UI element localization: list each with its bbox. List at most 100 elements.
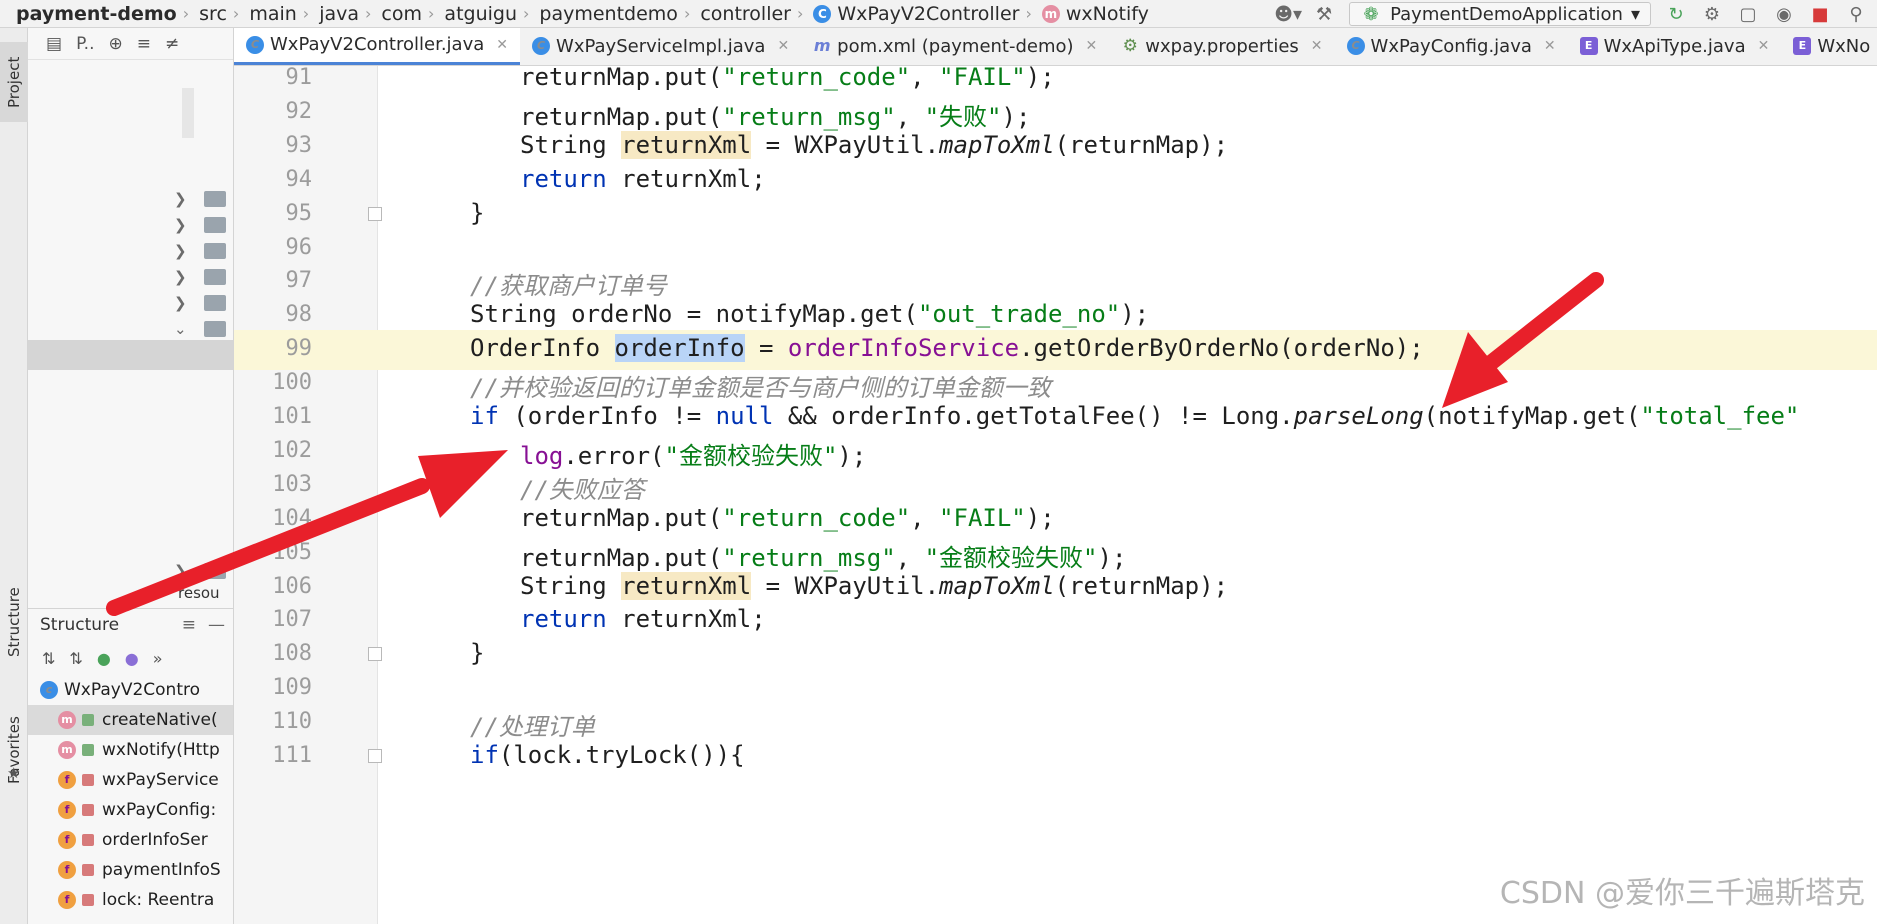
locate-icon[interactable]: ⊕ [108,34,122,54]
sort-visibility-icon[interactable]: ⇅ [42,649,55,668]
folder-icon [204,269,226,285]
maven-icon: m [813,36,831,55]
public-icon [82,744,94,756]
show-inherited-icon[interactable]: ● [97,649,111,668]
line-number: 96 [285,234,313,260]
line-number: 94 [285,166,313,192]
code-line[interactable]: 111 if(lock.tryLock()){ [234,737,1877,777]
breadcrumb-atguigu[interactable]: atguigu [434,3,523,25]
coverage-icon[interactable]: ▢ [1737,3,1759,25]
search-icon[interactable]: ⚲ [1845,3,1867,25]
chevron-right-icon: ❯ [174,294,187,312]
code-text: OrderInfo orderInfo = orderInfoService.g… [470,334,1424,363]
structure-item[interactable]: c WxPayV2Contro [28,675,233,705]
structure-item[interactable]: m createNative( [28,705,233,735]
enum-icon: E [1793,37,1812,55]
tab-1[interactable]: C WxPayServiceImpl.java ✕ [520,28,801,65]
class-icon: C [532,37,551,55]
build-hammer-icon[interactable]: ⚒ [1313,3,1335,25]
code-text: String returnXml = WXPayUtil.mapToXml(re… [520,571,1229,600]
tab-5[interactable]: E WxApiType.java ✕ [1568,28,1782,65]
class-icon: C [1346,37,1365,55]
line-number: 108 [272,641,312,667]
breadcrumb-class[interactable]: C WxPayV2Controller [803,3,1025,25]
stop-icon[interactable]: ■ [1809,3,1831,25]
structure-item[interactable]: f wxPayService [28,765,233,795]
rerun-icon[interactable]: ↻ [1665,3,1687,25]
tree-row-selected[interactable] [28,340,233,370]
structure-item[interactable]: m wxNotify(Http [28,735,233,765]
project-toolbar: ▤ P.. ⊕ ≡ ≠ [28,28,233,60]
toolbar-right: ☻▾ ⚒ ❁ PaymentDemoApplication ▾ ↻ ⚙ ▢ ◉ … [1274,0,1877,27]
code-text: if (orderInfo != null && orderInfo.getTo… [470,402,1800,430]
close-icon[interactable]: ✕ [1311,38,1323,54]
project-tool-tab[interactable]: Project [0,42,28,122]
breadcrumb-controller[interactable]: controller [690,3,797,25]
breadcrumb-method[interactable]: m wxNotify [1032,3,1155,25]
profiler-icon[interactable]: ◉ [1773,3,1795,25]
code-text: if(lock.tryLock()){ [470,741,745,769]
tab-3[interactable]: ⚙ wxpay.properties ✕ [1109,28,1334,65]
structure-item-label: lock: Reentra [102,890,215,910]
tab-label: WxPayV2Controller.java [270,34,485,55]
tab-label: pom.xml (payment-demo) [837,35,1074,57]
favorites-tool-tab[interactable]: Favorites [0,700,28,800]
show-properties-icon[interactable]: ● [125,649,139,668]
spring-boot-icon: ❁ [1363,3,1379,25]
tab-0[interactable]: C WxPayV2Controller.java ✕ [234,28,521,65]
breadcrumb-src[interactable]: src [189,3,233,25]
structure-toolbar: ⇅ ⇅ ● ● » [28,641,233,675]
line-number: 101 [272,404,312,429]
private-lock-icon [82,894,94,906]
close-icon[interactable]: ✕ [777,38,789,54]
folder-icon [204,217,226,233]
panel-layout-icon[interactable]: ▤ [46,34,62,54]
user-icon[interactable]: ☻▾ [1274,3,1302,25]
sort-alpha-icon[interactable]: ⇅ [69,649,82,668]
close-icon[interactable]: ✕ [1086,38,1098,54]
expand-all-icon[interactable]: ≡ [137,34,151,54]
structure-item-label: wxPayService [102,770,219,790]
properties-icon: ⚙ [1122,36,1138,56]
tab-2[interactable]: m pom.xml (payment-demo) ✕ [801,28,1109,65]
breadcrumb-main[interactable]: main [239,3,302,25]
project-title[interactable]: P.. [76,34,94,54]
collapse-all-icon[interactable]: ≠ [165,34,179,54]
tree-row-resources[interactable]: resou [178,584,220,602]
more-icon[interactable]: » [153,649,163,668]
run-configuration-label: PaymentDemoApplication [1390,3,1623,25]
run-configuration-select[interactable]: ❁ PaymentDemoApplication ▾ [1349,2,1651,26]
expand-all-icon[interactable]: ≡ [182,615,196,635]
structure-item[interactable]: f paymentInfoS [28,855,233,885]
breadcrumb-paymentdemo[interactable]: paymentdemo [529,3,684,25]
hide-icon[interactable]: — [208,615,225,635]
structure-tool-tab[interactable]: Structure [0,562,28,682]
close-icon[interactable]: ✕ [1758,38,1770,54]
tab-6[interactable]: E WxNo [1781,28,1877,65]
code-editor[interactable]: 91 returnMap.put("return_code", "FAIL"); 9… [234,66,1877,924]
enum-icon: E [1579,37,1598,55]
structure-item[interactable]: f lock: Reentra [28,885,233,915]
tab-label: WxApiType.java [1603,35,1746,57]
close-icon[interactable]: ✕ [496,37,508,53]
code-text: returnMap.put("return_code", "FAIL"); [520,503,1055,532]
chevron-right-icon: ❯ [174,562,187,580]
debug-icon[interactable]: ⚙ [1701,3,1723,25]
structure-item[interactable]: f orderInfoSer [28,825,233,855]
folder-icon [204,295,226,311]
tree-row[interactable]: ❯ [28,556,233,586]
folder-icon [204,243,226,259]
close-icon[interactable]: ✕ [1544,38,1556,54]
structure-item[interactable]: f wxPayConfig: [28,795,233,825]
left-tool-strip: Project Structure Favorites ★ [0,28,28,924]
breadcrumb-java[interactable]: java [309,3,365,25]
method-icon: m [58,741,76,759]
breadcrumb-project[interactable]: payment-demo [0,3,183,25]
code-text: String returnXml = WXPayUtil.mapToXml(re… [520,130,1229,159]
tab-4[interactable]: C WxPayConfig.java ✕ [1335,28,1568,65]
breadcrumb-com[interactable]: com [371,3,428,25]
scrollbar-thumb[interactable] [182,88,194,138]
line-number: 104 [272,505,312,531]
chevron-right-icon: ❯ [174,190,187,208]
line-number: 100 [272,370,312,396]
